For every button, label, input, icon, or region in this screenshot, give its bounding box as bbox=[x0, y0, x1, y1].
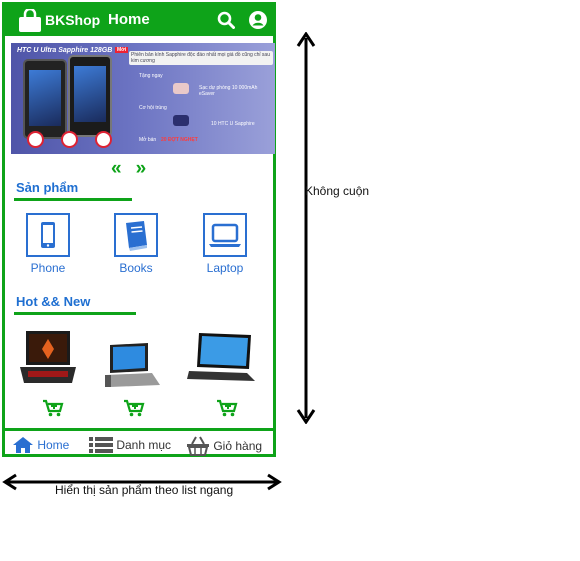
hot-new-underline bbox=[14, 312, 136, 315]
top-bar: BKShop Home bbox=[5, 5, 273, 36]
list-icon bbox=[89, 437, 113, 453]
books-category-icon-box bbox=[114, 213, 158, 257]
vertical-arrow-icon bbox=[296, 32, 316, 424]
banner-intro: Phiên bản kính Sapphire độc đáo nhất mọi… bbox=[129, 51, 273, 65]
carousel-controls: «» bbox=[111, 158, 160, 180]
gift-item: Sạc dự phòng 10 000mAh eSaver bbox=[199, 85, 258, 97]
bottom-navigation: Home Danh mục Giỏ hàng bbox=[5, 428, 273, 460]
phone-category-icon-box bbox=[26, 213, 70, 257]
basket-icon bbox=[187, 436, 209, 456]
chance-item: 10 HTC U Sapphire bbox=[211, 121, 255, 127]
banner-headline: HTC U Ultra Sapphire 128GB bbox=[17, 47, 113, 54]
sale-value: 20 ĐỢT NGHẸT bbox=[161, 137, 198, 143]
categories-title: Sản phẩm bbox=[16, 180, 79, 195]
gaming-laptop-image[interactable] bbox=[18, 327, 78, 389]
category-label: Phone bbox=[30, 261, 66, 275]
laptop-category-icon-box bbox=[203, 213, 247, 257]
add-to-cart-icon[interactable] bbox=[216, 399, 238, 417]
phone-image-front bbox=[68, 55, 112, 137]
category-books[interactable]: Books bbox=[106, 213, 166, 275]
phone-mockup: BKShop Home HTC U Ultra Sapphire 128GB P… bbox=[2, 2, 276, 457]
chance-label: Cơ hội trúng bbox=[139, 105, 167, 111]
nav-label: Danh mục bbox=[116, 438, 172, 452]
badge-icon bbox=[61, 131, 78, 148]
category-phone[interactable]: Phone bbox=[18, 213, 78, 275]
search-icon[interactable] bbox=[217, 11, 235, 29]
shopping-bag-logo-icon[interactable] bbox=[17, 9, 43, 33]
nav-home[interactable]: Home bbox=[12, 436, 69, 454]
category-laptop[interactable]: Laptop bbox=[195, 213, 255, 275]
phone-image-back bbox=[23, 59, 67, 139]
user-icon[interactable] bbox=[248, 10, 268, 30]
tent-laptop-image[interactable] bbox=[185, 331, 257, 387]
categories-underline bbox=[14, 198, 132, 201]
category-label: Laptop bbox=[206, 261, 244, 275]
power-bank-icon bbox=[173, 83, 189, 94]
nav-label: Home bbox=[37, 438, 70, 452]
horizontal-list-annotation: Hiển thị sản phẩm theo list ngang bbox=[55, 483, 234, 497]
nav-cart[interactable]: Giỏ hàng bbox=[186, 436, 262, 456]
nav-categories[interactable]: Danh mục bbox=[89, 436, 171, 454]
add-to-cart-icon[interactable] bbox=[42, 399, 64, 417]
home-icon bbox=[13, 437, 33, 453]
gift-label: Tặng ngay bbox=[139, 73, 163, 79]
page-title: Home bbox=[108, 11, 150, 28]
sale-label: Mở bán bbox=[139, 137, 157, 143]
badge-icon bbox=[27, 131, 44, 148]
book-icon bbox=[126, 221, 147, 251]
laptop-icon bbox=[209, 223, 241, 247]
convertible-laptop-image[interactable] bbox=[102, 341, 164, 391]
hot-new-title: Hot && New bbox=[16, 294, 91, 309]
carousel-prev-button[interactable]: « bbox=[111, 158, 136, 179]
add-to-cart-icon[interactable] bbox=[123, 399, 145, 417]
promo-banner[interactable]: HTC U Ultra Sapphire 128GB Phiên bản kín… bbox=[11, 43, 275, 154]
badge-icon bbox=[95, 131, 112, 148]
nav-label: Giỏ hàng bbox=[213, 439, 263, 453]
category-label: Books bbox=[119, 261, 153, 275]
no-scroll-annotation: Không cuộn bbox=[305, 184, 370, 198]
carousel-next-button[interactable]: » bbox=[136, 158, 161, 179]
brand-name: BKShop bbox=[45, 12, 101, 28]
phone-prize-icon bbox=[173, 115, 189, 126]
phone-icon bbox=[41, 222, 55, 248]
new-sticker: Mới bbox=[115, 47, 129, 53]
